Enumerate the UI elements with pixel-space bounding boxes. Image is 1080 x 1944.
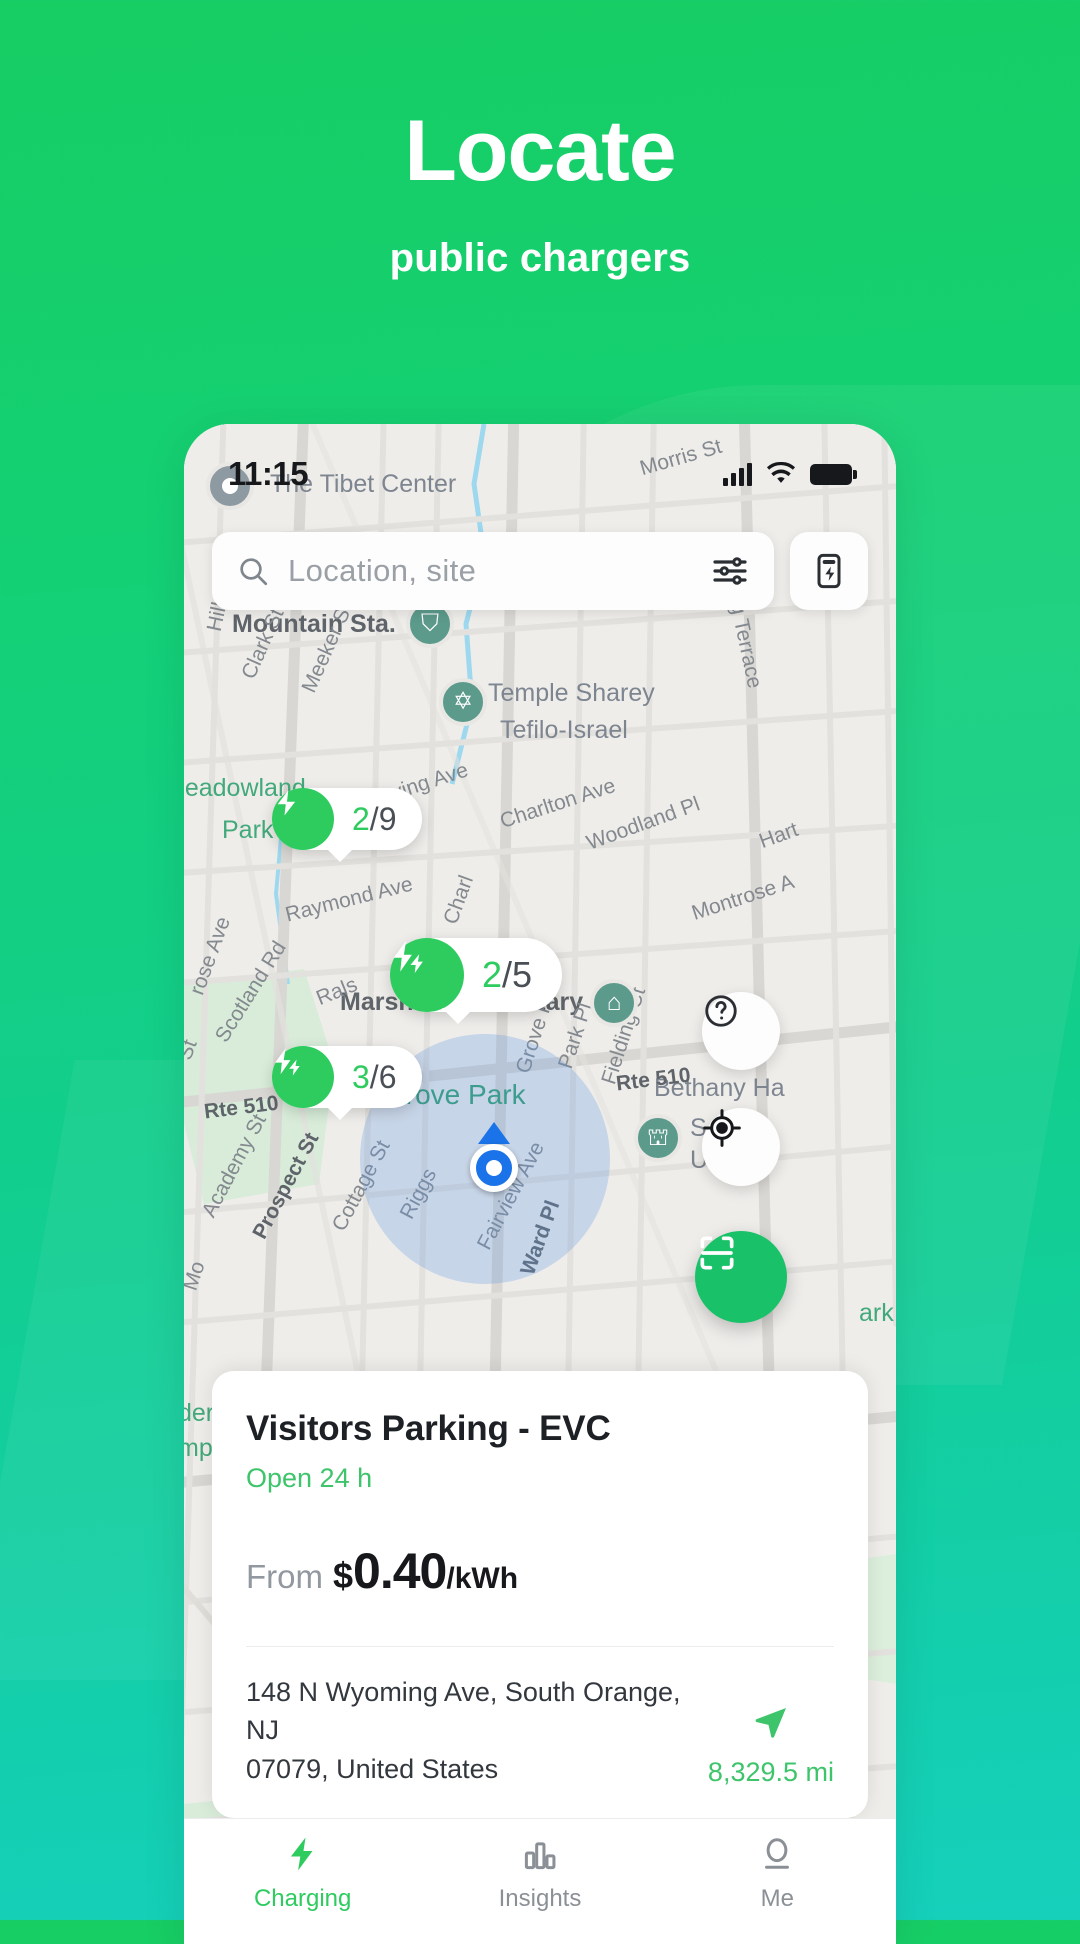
status-bar: 11:15 <box>184 452 896 496</box>
scan-qr-button[interactable] <box>695 1231 787 1323</box>
charger-availability: 2/5 <box>482 954 533 995</box>
search-placeholder: Location, site <box>288 553 477 588</box>
wifi-icon <box>766 462 796 483</box>
crosshair-locate-icon <box>703 1109 741 1147</box>
phone-mockup: Morris St The Tibet Center Mountain Sta.… <box>184 424 896 1944</box>
station-distance[interactable]: 8,329.5 mi <box>708 1702 834 1788</box>
map-label: ark <box>859 1299 894 1327</box>
promo-subtitle: public chargers <box>389 236 691 280</box>
tab-me[interactable]: Me <box>659 1835 896 1913</box>
double-bolt-icon <box>390 938 464 1012</box>
charger-marker[interactable]: 2/9 <box>272 788 423 862</box>
bottom-tab-bar: Charging Insights Me <box>184 1818 896 1944</box>
user-location-dot-icon <box>470 1144 518 1192</box>
question-mark-icon <box>705 995 737 1027</box>
filter-sliders-icon[interactable] <box>710 551 750 591</box>
bolt-icon <box>272 788 334 850</box>
charger-availability: 3/6 <box>352 1058 397 1095</box>
map-label: Park <box>222 816 274 844</box>
promo-title: Locate <box>404 103 676 199</box>
charger-marker[interactable]: 3/6 <box>272 1046 423 1120</box>
help-button[interactable] <box>702 992 780 1070</box>
price-amount: 0.40 <box>353 1543 447 1600</box>
status-time: 11:15 <box>228 455 309 492</box>
university-icon[interactable]: ⛫ <box>634 1114 682 1162</box>
search-row: Location, site <box>212 532 868 610</box>
school-icon[interactable]: ⌂ <box>590 979 638 1027</box>
marker-pointer <box>442 1008 474 1024</box>
marker-pointer <box>324 846 356 862</box>
map-label: Temple Sharey <box>488 679 655 707</box>
tab-label: Me <box>760 1885 794 1912</box>
navigation-arrow-icon <box>755 1708 786 1738</box>
status-icons <box>723 462 857 486</box>
tab-charging[interactable]: Charging <box>184 1835 421 1913</box>
tab-label: Insights <box>498 1885 582 1912</box>
station-hours: Open 24 h <box>246 1463 373 1494</box>
charging-station-button[interactable] <box>790 532 868 610</box>
distance-value: 8,329.5 mi <box>707 1757 834 1787</box>
synagogue-icon[interactable]: ✡ <box>439 678 487 726</box>
search-input[interactable]: Location, site <box>212 532 774 610</box>
station-info-card[interactable]: Visitors Parking - EVC Open 24 h From $ … <box>212 1371 868 1818</box>
address-line-1: 148 N Wyoming Ave, South Orange, NJ <box>246 1677 681 1746</box>
tab-label: Charging <box>253 1885 352 1912</box>
price-from-label: From <box>246 1558 323 1596</box>
charging-station-icon <box>817 553 841 589</box>
station-footer: 148 N Wyoming Ave, South Orange, NJ 0707… <box>246 1646 834 1788</box>
bar-chart-icon <box>524 1842 556 1870</box>
cellular-bars-icon <box>723 462 752 486</box>
locate-me-button[interactable] <box>702 1108 780 1186</box>
map-label: der <box>184 1399 215 1427</box>
map-label: Tefilo-Israel <box>500 716 628 744</box>
person-icon <box>765 1838 790 1869</box>
station-price: From $ 0.40 /kWh <box>246 1542 834 1600</box>
double-bolt-icon <box>272 1046 334 1108</box>
price-currency: $ <box>333 1555 354 1597</box>
search-icon <box>240 558 268 586</box>
qr-scan-icon <box>700 1236 734 1270</box>
map-label: mp <box>184 1434 213 1462</box>
promo-header: Locate public chargers <box>0 0 1080 281</box>
battery-full-icon <box>810 463 857 485</box>
charger-availability: 2/9 <box>352 800 397 837</box>
tab-insights[interactable]: Insights <box>421 1835 658 1913</box>
price-unit: /kWh <box>446 1562 519 1596</box>
address-line-2: 07079, United States <box>246 1753 499 1784</box>
heading-cone-icon <box>478 1122 510 1144</box>
station-address: 148 N Wyoming Ave, South Orange, NJ 0707… <box>246 1673 688 1788</box>
station-name: Visitors Parking - EVC <box>246 1409 611 1449</box>
marker-pointer <box>324 1104 356 1120</box>
charger-marker[interactable]: 2/5 <box>390 938 563 1024</box>
bolt-icon <box>290 1837 313 1871</box>
